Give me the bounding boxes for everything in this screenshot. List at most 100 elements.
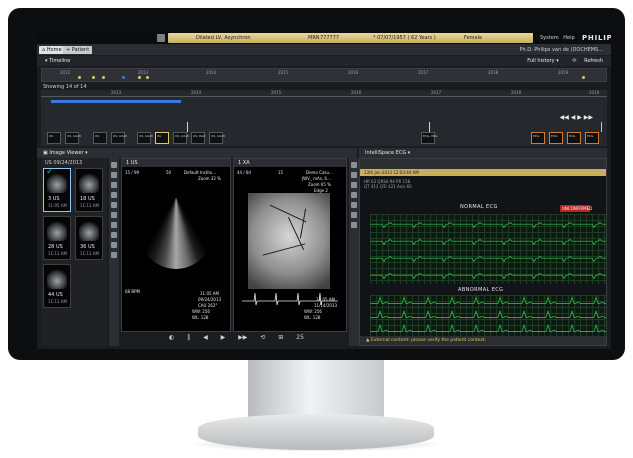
timeline-overview[interactable]: 2012 2013 2014 2015 2016 2017 2018 2019 xyxy=(41,68,607,82)
event-dot[interactable] xyxy=(138,76,141,79)
pause-icon[interactable]: ‖ xyxy=(187,334,190,341)
abnormal-ecg-grid[interactable] xyxy=(370,295,606,337)
angle-tool-icon[interactable] xyxy=(111,212,117,218)
rotate-tool-icon[interactable] xyxy=(111,232,117,238)
pan-tool-icon[interactable] xyxy=(111,182,117,188)
angiogram-image xyxy=(248,193,330,289)
tab-patient[interactable]: + Patient xyxy=(63,46,93,54)
timeline-study-thumb[interactable]: US, Adult xyxy=(111,132,127,144)
annotate-tool-icon[interactable] xyxy=(111,222,117,228)
ecg-toolbar-top xyxy=(360,159,606,169)
event-dot[interactable] xyxy=(78,76,81,79)
timeline-study-thumb[interactable]: XA xyxy=(155,132,169,144)
zoom-tool-icon[interactable] xyxy=(111,172,117,178)
help-menu-item[interactable]: Help xyxy=(563,35,574,41)
xa-viewport-header: 1 XA xyxy=(234,159,346,167)
dob-text: * 07/07/1957 ( 62 Years ) xyxy=(373,35,436,41)
window-level-icon[interactable] xyxy=(111,192,117,198)
ecg-compare-icon[interactable] xyxy=(351,192,357,198)
mrn-label: MRN xyxy=(308,35,320,41)
layout-icon[interactable]: ⊞ xyxy=(278,334,283,341)
loop-icon[interactable]: ⟲ xyxy=(260,334,265,341)
series-thumb[interactable]: ✓ 3 US 11:05 AM xyxy=(43,167,71,212)
patient-icon xyxy=(157,34,165,42)
invert-tool-icon[interactable] xyxy=(111,242,117,248)
system-menu-item[interactable]: System xyxy=(540,35,559,41)
series-thumb[interactable]: 36 US 11:13 AM xyxy=(75,216,103,260)
xa-wl: WL: 128 xyxy=(304,315,321,320)
timeline-study-thumb[interactable]: ECG xyxy=(531,132,545,144)
xa-viewport[interactable]: 1 XA 44 / 84 15 Demo Casu... JWV_ mAs, 6… xyxy=(233,158,347,332)
ecg-print-icon[interactable] xyxy=(351,202,357,208)
fast-forward-icon[interactable]: ▶▶ xyxy=(238,334,247,341)
play-icon[interactable]: ▶ xyxy=(221,334,226,341)
ecg-edit-icon[interactable] xyxy=(351,212,357,218)
timeline-study-thumb[interactable]: ECG xyxy=(567,132,581,144)
timeline-study-thumb[interactable]: ECG, EKG xyxy=(421,132,437,144)
ecg-zoom-icon[interactable] xyxy=(351,172,357,178)
series-thumb[interactable]: 28 US 11:13 AM xyxy=(43,216,71,260)
image-viewer-header: ▣ Image Viewer ▾ xyxy=(37,148,357,158)
us-angle: CAU 262° xyxy=(198,303,218,308)
abnormal-ecg-traces xyxy=(370,295,606,332)
ecg-lead-trace xyxy=(370,273,606,280)
timeline-study-thumb[interactable]: ECG xyxy=(549,132,563,144)
timeline-study-thumb[interactable]: US, Adult xyxy=(173,132,189,144)
ecg-caliper-icon[interactable] xyxy=(351,182,357,188)
series-thumb[interactable]: 44 US 11:13 AM xyxy=(43,264,71,308)
tab-home[interactable]: ⌂ Home xyxy=(39,46,65,54)
xa-institution: Demo Casu... xyxy=(306,170,333,175)
event-dot[interactable] xyxy=(92,76,95,79)
timeline-study-thumb[interactable]: US xyxy=(47,132,61,144)
event-dot[interactable] xyxy=(122,76,125,79)
image-viewer-title[interactable]: ▣ Image Viewer ▾ xyxy=(43,150,88,156)
patient-banner[interactable]: Dilated LV, Asynchron MRN 777777 * 07/07… xyxy=(168,33,533,43)
ecg-lead-trace xyxy=(370,239,606,246)
event-dot[interactable] xyxy=(102,76,105,79)
ecg-timestamp-bar: 13th Jan 2013 12:03:44 AM xyxy=(360,169,606,176)
user-name[interactable]: Ph.D. Philips van de (DOCHEMS... xyxy=(519,47,603,53)
speed-value[interactable]: 25 xyxy=(296,334,304,341)
timeline-detail[interactable]: 2013 2014 2015 2016 2017 2018 2019 ◀◀ ◀ … xyxy=(41,90,607,146)
detail-year: 2019 xyxy=(589,90,600,95)
overview-year: 2019 xyxy=(558,70,569,75)
us-frame: 15 / 99 xyxy=(125,170,140,175)
cine-icon[interactable]: ◐ xyxy=(169,334,174,341)
refresh-button[interactable]: ⟳ Refresh xyxy=(566,58,603,64)
ecg-title[interactable]: IntelliSpace ECG ▾ xyxy=(365,150,410,156)
measure-tool-icon[interactable] xyxy=(111,202,117,208)
reset-tool-icon[interactable] xyxy=(111,252,117,258)
us-date: 09/24/2013 xyxy=(198,297,222,302)
abnormal-ecg-label: ABNORMAL ECG xyxy=(458,287,504,293)
timeline-range-bar[interactable] xyxy=(51,100,181,103)
full-history-dropdown[interactable]: Full history ▾ xyxy=(521,58,558,64)
timeline-study-thumb[interactable]: US, Pedi xyxy=(191,132,205,144)
pointer-tool-icon[interactable] xyxy=(111,162,117,168)
xa-model: JWV_ mAs, 6... xyxy=(302,176,331,181)
detail-year: 2013 xyxy=(111,90,122,95)
series-image xyxy=(47,269,67,289)
prev-icon[interactable]: ◀ xyxy=(203,334,208,341)
us-viewport[interactable]: 1 US 15 / 99 50 Default Institu... Zoom … xyxy=(121,158,231,332)
ecg-select-icon[interactable] xyxy=(351,162,357,168)
series-thumb[interactable]: 18 US 11:13 AM xyxy=(75,168,103,212)
timeline-study-thumb[interactable]: ECG xyxy=(585,132,599,144)
overview-year: 2015 xyxy=(278,70,289,75)
timeline-study-thumb[interactable]: US, Adult xyxy=(209,132,225,144)
series-image xyxy=(79,221,99,241)
normal-ecg-grid[interactable] xyxy=(370,214,606,284)
timeline-study-thumb[interactable]: US, Adult xyxy=(65,132,81,144)
timeline-study-thumb[interactable]: US, Adult xyxy=(137,132,153,144)
ecg-lead-trace xyxy=(370,323,606,332)
overview-year: 2013 xyxy=(138,70,149,75)
timeline-study-thumb[interactable]: US xyxy=(93,132,107,144)
external-content-warning: ▲ External content: please verify the pa… xyxy=(360,336,606,345)
timeline-playback-controls[interactable]: ◀◀ ◀ ▶ ▶▶ xyxy=(560,114,593,121)
ecg-settings-icon[interactable] xyxy=(351,222,357,228)
event-dot[interactable] xyxy=(146,76,149,79)
brand-logo: PHILIPS xyxy=(582,34,611,42)
event-dot[interactable] xyxy=(582,76,585,79)
overview-year: 2017 xyxy=(418,70,429,75)
ecg-lead-trace xyxy=(370,295,606,304)
ecg-lead-trace xyxy=(370,309,606,318)
